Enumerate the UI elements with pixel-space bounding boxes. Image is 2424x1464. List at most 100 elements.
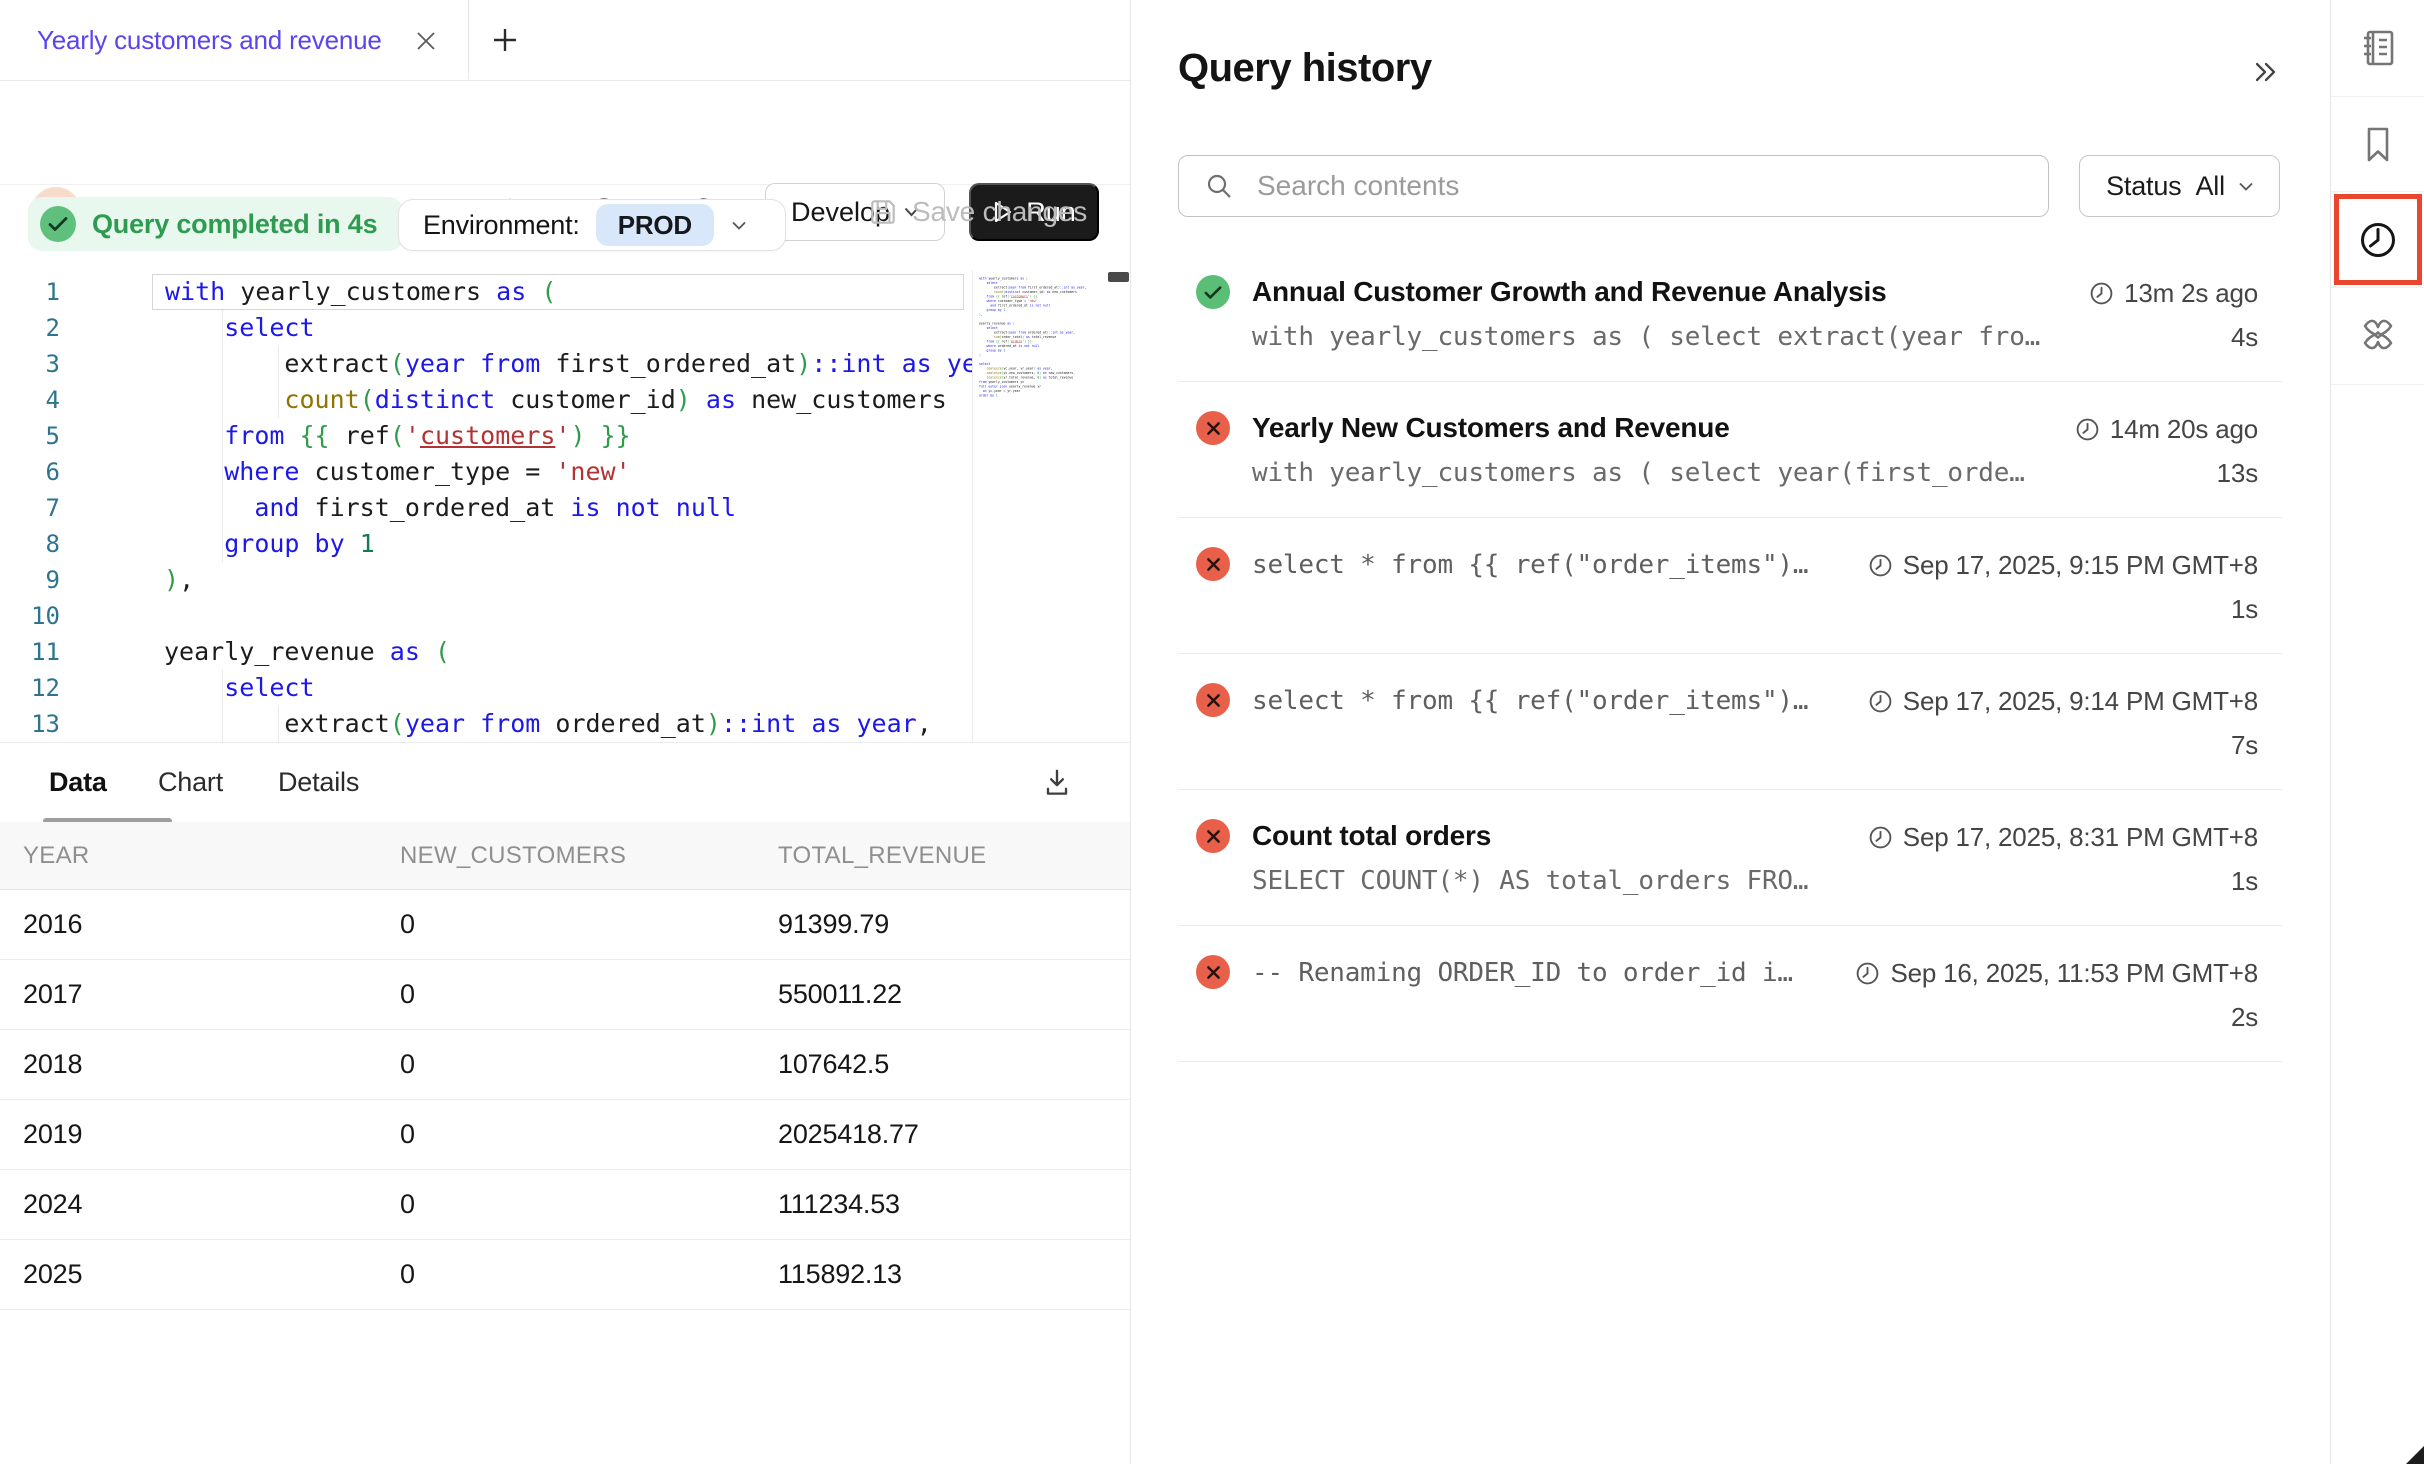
line-number: 2 bbox=[0, 310, 60, 346]
entry-timestamp: 14m 20s ago bbox=[2075, 414, 2258, 445]
query-history-entry[interactable]: Annual Customer Growth and Revenue Analy… bbox=[1178, 246, 2282, 382]
column-header: YEAR bbox=[23, 822, 90, 889]
code-line[interactable]: 2 select bbox=[0, 310, 972, 346]
resize-corner bbox=[2406, 1446, 2424, 1464]
code-line[interactable]: 1with yearly_customers as ( bbox=[0, 274, 972, 310]
code-text: and first_ordered_at is not null bbox=[152, 490, 736, 526]
table-cell: 107642.5 bbox=[778, 1030, 889, 1099]
tab-yearly-customers[interactable]: Yearly customers and revenue bbox=[37, 0, 382, 80]
table-cell: 0 bbox=[400, 1030, 415, 1099]
code-line[interactable]: 6 where customer_type = 'new' bbox=[0, 454, 972, 490]
code-lines: 1with yearly_customers as (2 select3 ext… bbox=[0, 274, 972, 742]
right-sidebar bbox=[2330, 0, 2424, 1464]
table-cell: 2025 bbox=[23, 1240, 82, 1309]
error-x-icon bbox=[1206, 693, 1221, 708]
code-text: select bbox=[152, 670, 315, 706]
success-check-icon bbox=[1204, 285, 1222, 300]
column-header: TOTAL_REVENUE bbox=[778, 822, 986, 889]
tab-data[interactable]: Data bbox=[49, 743, 107, 821]
code-line[interactable]: 9), bbox=[0, 562, 972, 598]
query-history-entry[interactable]: -- Renaming ORDER_ID to order_id i…Sep 1… bbox=[1178, 926, 2282, 1062]
clock-icon bbox=[1868, 553, 1893, 578]
close-tab-icon[interactable] bbox=[414, 29, 438, 53]
environment-label: Environment: bbox=[423, 210, 580, 241]
status-filter-dropdown[interactable]: Status All bbox=[2079, 155, 2280, 217]
error-x-icon bbox=[1206, 965, 1221, 980]
tab-chart[interactable]: Chart bbox=[158, 743, 223, 821]
clock-icon bbox=[1855, 961, 1880, 986]
code-line[interactable]: 4 count(distinct customer_id) as new_cus… bbox=[0, 382, 972, 418]
status-error-icon bbox=[1196, 547, 1230, 581]
error-x-icon bbox=[1206, 421, 1221, 436]
query-status-text: Query completed in 4s bbox=[92, 209, 377, 240]
line-number: 3 bbox=[0, 346, 60, 382]
error-x-icon bbox=[1206, 829, 1221, 844]
query-history-list: Annual Customer Growth and Revenue Analy… bbox=[1178, 246, 2282, 1062]
table-row: 2016091399.79 bbox=[0, 890, 1130, 960]
entry-duration: 7s bbox=[2231, 730, 2258, 761]
lineage-icon bbox=[2355, 313, 2401, 359]
table-cell: 0 bbox=[400, 1100, 415, 1169]
entry-timestamp: Sep 17, 2025, 9:14 PM GMT+8 bbox=[1868, 686, 2258, 717]
status-error-icon bbox=[1196, 411, 1230, 445]
code-line[interactable]: 13 extract(year from ordered_at)::int as… bbox=[0, 706, 972, 742]
table-cell: 2017 bbox=[23, 960, 82, 1029]
entry-timestamp: Sep 17, 2025, 9:15 PM GMT+8 bbox=[1868, 550, 2258, 581]
search-input[interactable] bbox=[1255, 157, 2029, 215]
sql-editor[interactable]: 1with yearly_customers as (2 select3 ext… bbox=[0, 270, 1130, 742]
query-status-badge: Query completed in 4s bbox=[28, 197, 403, 251]
table-cell: 2019 bbox=[23, 1100, 82, 1169]
tab-divider bbox=[468, 0, 469, 79]
save-changes-button[interactable]: Save changes bbox=[868, 196, 1087, 228]
query-history-entry[interactable]: Count total ordersSep 17, 2025, 8:31 PM … bbox=[1178, 790, 2282, 926]
code-text: from {{ ref('customers') }} bbox=[152, 418, 631, 454]
query-history-entry[interactable]: select * from {{ ref("order_items")…Sep … bbox=[1178, 518, 2282, 654]
result-table: YEARNEW_CUSTOMERSTOTAL_REVENUE 201609139… bbox=[0, 822, 1130, 1310]
code-text: ), bbox=[152, 562, 194, 598]
query-history-entry[interactable]: select * from {{ ref("order_items")…Sep … bbox=[1178, 654, 2282, 790]
clock-icon bbox=[1868, 689, 1893, 714]
code-line[interactable]: 8 group by 1 bbox=[0, 526, 972, 562]
table-cell: 115892.13 bbox=[778, 1240, 902, 1309]
table-header-row: YEARNEW_CUSTOMERSTOTAL_REVENUE bbox=[0, 822, 1130, 890]
download-icon[interactable] bbox=[1040, 766, 1074, 800]
table-cell: 2025418.77 bbox=[778, 1100, 919, 1169]
tab-details[interactable]: Details bbox=[278, 743, 359, 821]
editor-scrollbar[interactable] bbox=[1106, 270, 1130, 742]
line-number: 13 bbox=[0, 706, 60, 742]
line-number: 9 bbox=[0, 562, 60, 598]
table-row: 20180107642.5 bbox=[0, 1030, 1130, 1100]
sidebar-item-bookmarks[interactable] bbox=[2331, 97, 2424, 192]
status-filter-label: Status bbox=[2106, 171, 2181, 202]
entry-query-preview: with yearly_customers as ( select extrac… bbox=[1252, 322, 2040, 352]
code-line[interactable]: 3 extract(year from first_ordered_at)::i… bbox=[0, 346, 972, 382]
entry-duration: 2s bbox=[2231, 1002, 2258, 1033]
scrollbar-thumb[interactable] bbox=[1108, 272, 1129, 282]
clock-icon bbox=[2089, 281, 2114, 306]
code-line[interactable]: 7 and first_ordered_at is not null bbox=[0, 490, 972, 526]
code-line[interactable]: 12 select bbox=[0, 670, 972, 706]
table-cell: 0 bbox=[400, 960, 415, 1029]
code-text: where customer_type = 'new' bbox=[152, 454, 631, 490]
sidebar-item-notebook[interactable] bbox=[2331, 0, 2424, 97]
sidebar-item-lineage[interactable] bbox=[2331, 288, 2424, 385]
code-text: extract(year from first_ordered_at)::int… bbox=[152, 346, 1022, 382]
query-history-panel: Query history Status All Annual Customer… bbox=[1131, 0, 2330, 1464]
bookmark-icon bbox=[2356, 122, 2400, 166]
new-tab-button[interactable] bbox=[492, 27, 518, 53]
line-number: 5 bbox=[0, 418, 60, 454]
search-box[interactable] bbox=[1178, 155, 2049, 217]
code-line[interactable]: 11yearly_revenue as ( bbox=[0, 634, 972, 670]
environment-selector[interactable]: Environment: PROD bbox=[398, 199, 786, 251]
editor-minimap[interactable]: with yearly_customers as ( select extrac… bbox=[972, 270, 1107, 742]
code-line[interactable]: 10 bbox=[0, 598, 972, 634]
entry-title: Yearly New Customers and Revenue bbox=[1252, 412, 1730, 444]
insight-toolbar: BL Your saved insight Develop Run bbox=[0, 80, 1130, 185]
code-text: select bbox=[152, 310, 315, 346]
query-history-entry[interactable]: Yearly New Customers and Revenue 14m 20s … bbox=[1178, 382, 2282, 518]
history-clock-icon bbox=[2355, 217, 2401, 263]
code-line[interactable]: 5 from {{ ref('customers') }} bbox=[0, 418, 972, 454]
notebook-icon bbox=[2355, 25, 2401, 71]
collapse-panel-icon[interactable] bbox=[2249, 56, 2281, 88]
sidebar-item-query-history[interactable] bbox=[2331, 192, 2424, 288]
